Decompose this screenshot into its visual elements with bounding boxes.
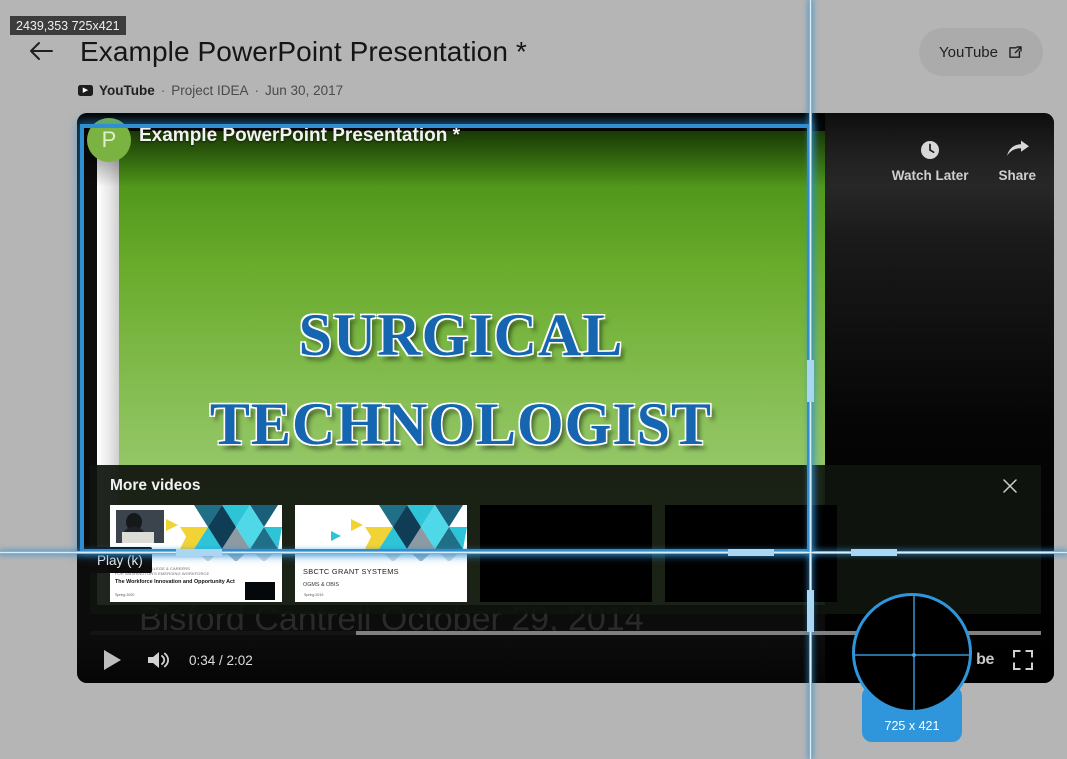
source-name: YouTube — [99, 82, 155, 98]
youtube-badge-icon: ▶ — [78, 84, 93, 96]
volume-button[interactable] — [141, 643, 175, 677]
player-video-title[interactable]: Example PowerPoint Presentation * — [139, 125, 460, 147]
crosshair-tick — [851, 549, 897, 556]
share-label: Share — [998, 168, 1036, 183]
page-header: Example PowerPoint Presentation * ▶ YouT… — [0, 0, 1067, 120]
external-link-icon — [1008, 45, 1023, 60]
play-tooltip: Play (k) — [88, 547, 152, 573]
crosshair-tick — [176, 549, 222, 556]
share-arrow-icon — [1006, 139, 1030, 161]
thumbnail-date: Spring 2019 — [304, 593, 324, 598]
magnifier-loupe: 725 x 421 — [852, 593, 972, 744]
thumbnail-text-block: SBCTC GRANT SYSTEMS OGMS & OBIS Spring 2… — [295, 561, 467, 602]
clock-icon — [919, 139, 941, 161]
crosshair-tick — [728, 549, 774, 556]
publish-date: Jun 30, 2017 — [265, 82, 344, 98]
page-title: Example PowerPoint Presentation * — [80, 36, 527, 67]
player-controls-right: be — [976, 647, 1036, 673]
channel-avatar[interactable]: P — [87, 118, 131, 162]
fullscreen-icon[interactable] — [1010, 647, 1036, 673]
list-item[interactable] — [480, 505, 652, 602]
open-in-youtube-label: YouTube — [939, 43, 998, 61]
thumbnail-date: Spring 2020 — [115, 593, 135, 598]
source-subline: ▶ YouTube · Project IDEA · Jun 30, 2017 — [78, 81, 343, 99]
progress-bar-fill — [90, 631, 357, 635]
more-videos-panel: More videos PATHWAYS TO COLLEGE & CAREER… — [90, 465, 1041, 614]
crosshair-tick — [807, 360, 814, 402]
share-button[interactable]: Share — [998, 139, 1036, 183]
magnifier-center-dot — [912, 653, 916, 657]
slide-heading-line-1: SURGICAL — [298, 302, 624, 368]
play-button[interactable] — [95, 643, 129, 677]
crosshair-tick — [807, 590, 814, 632]
thumbnail-subtitle: OGMS & OBIS — [303, 582, 339, 589]
separator-2: · — [254, 82, 260, 98]
thumbnail-inset-image — [245, 581, 275, 600]
slide-heading-line-2: TECHNOLOGIST — [209, 390, 713, 457]
slide-heading: SURGICAL TECHNOLOGIST — [97, 291, 825, 469]
thumbnail-title: The Workforce Innovation and Opportunity… — [115, 579, 235, 586]
list-item[interactable]: SBCTC GRANT SYSTEMS OGMS & OBIS Spring 2… — [295, 505, 467, 602]
more-videos-title: More videos — [110, 477, 201, 494]
watch-later-button[interactable]: Watch Later — [891, 139, 969, 183]
watch-later-label: Watch Later — [891, 168, 969, 183]
time-display: 0:34 / 2:02 — [189, 652, 253, 668]
close-icon[interactable] — [999, 475, 1021, 497]
thumbnail-deck: SBCTC GRANT SYSTEMS OGMS & OBIS Spring 2… — [295, 505, 467, 602]
thumbnail-artwork — [295, 505, 467, 562]
player-top-actions: Watch Later Share — [892, 139, 1036, 183]
youtube-wordmark[interactable]: be — [976, 651, 994, 669]
open-in-youtube-button[interactable]: YouTube — [919, 28, 1043, 76]
selection-size-badge: 2439,353 725x421 — [10, 16, 126, 35]
back-arrow-icon[interactable] — [28, 40, 54, 64]
thumbnail-title: SBCTC GRANT SYSTEMS — [303, 567, 399, 577]
separator-1: · — [160, 82, 166, 98]
channel-name: Project IDEA — [171, 82, 249, 98]
magnifier-circle — [852, 593, 972, 713]
